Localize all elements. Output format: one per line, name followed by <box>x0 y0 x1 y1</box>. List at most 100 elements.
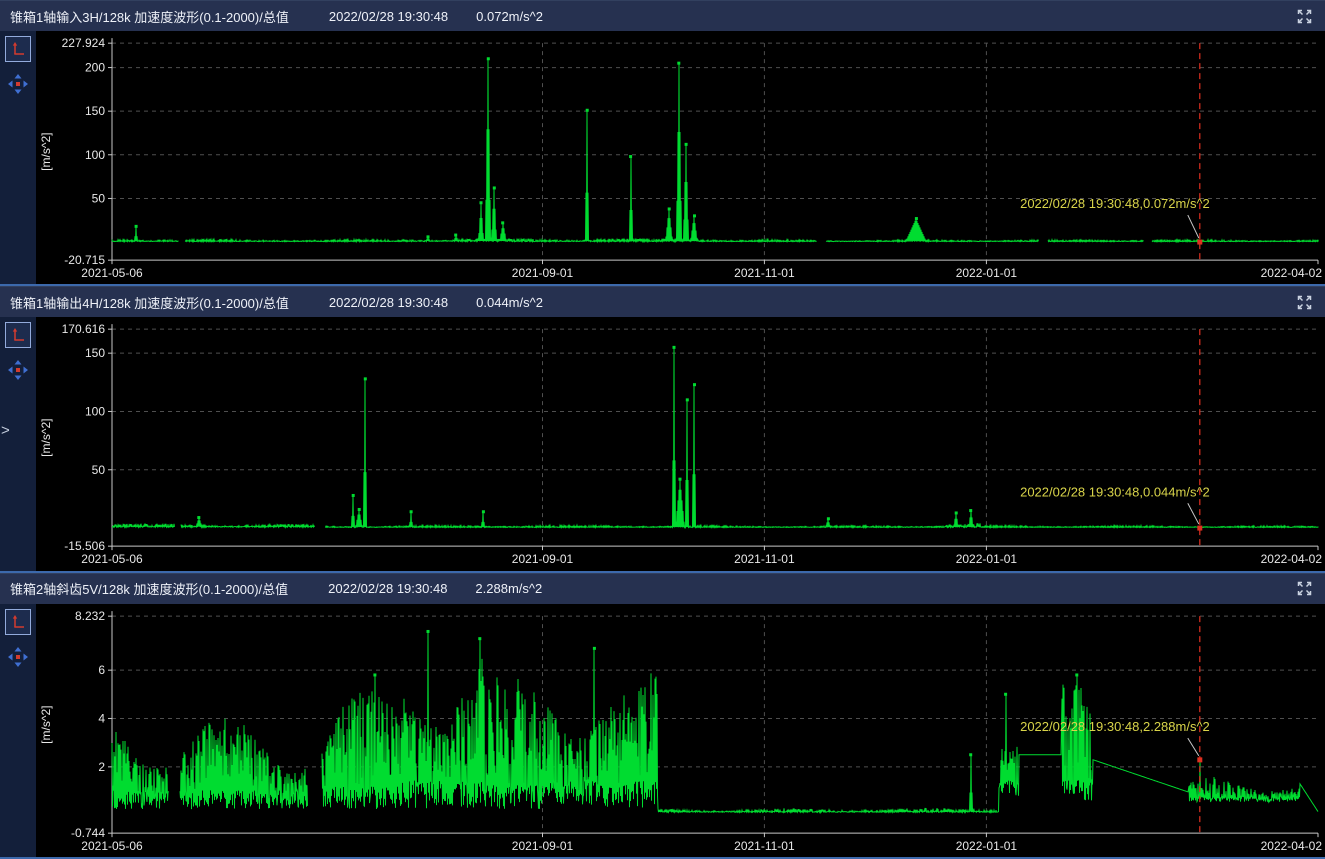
x-tick-label: 2021-11-01 <box>734 839 795 853</box>
panel-title: 锥箱1轴输出4H/128k 加速度波形(0.1-2000)/总值 <box>10 293 289 312</box>
chart-toolbar-rail <box>0 31 36 284</box>
waveform-trace <box>112 732 169 809</box>
waveform-trace <box>1048 240 1144 242</box>
peak-marker <box>593 647 596 650</box>
waveform-trace <box>185 59 817 242</box>
peak-marker <box>1075 673 1078 676</box>
cursor-marker[interactable] <box>1197 757 1202 762</box>
y-tick-label: 8.232 <box>75 609 105 623</box>
annotation-pointer <box>1188 738 1199 756</box>
pan-move-icon <box>7 359 29 381</box>
y-tick-label: 6 <box>98 663 105 677</box>
peak-marker <box>686 399 689 402</box>
panel-body: 227.92450100150200-20.7152021-05-062021-… <box>0 31 1325 286</box>
peak-marker <box>487 57 490 60</box>
y-tick-label: 227.924 <box>62 36 106 50</box>
trend-chart-canvas[interactable]: 8.232246-0.7442021-05-062021-09-012021-1… <box>36 604 1325 857</box>
panel-body: 8.232246-0.7442021-05-062021-09-012021-1… <box>0 604 1325 859</box>
peak-marker <box>427 235 430 238</box>
peak-marker <box>197 516 200 519</box>
chart-area: 8.232246-0.7442021-05-062021-09-012021-1… <box>36 604 1325 857</box>
x-tick-label: 2022-01-01 <box>956 839 1018 853</box>
trend-panel-2: 锥箱1轴输出4H/128k 加速度波形(0.1-2000)/总值 2022/02… <box>0 286 1325 572</box>
y-axis-unit-label: [m/s^2] <box>39 705 53 743</box>
y-tick-label: -0.744 <box>71 826 105 840</box>
expand-panel-chevron[interactable]: > <box>1 423 10 439</box>
pan-move-button[interactable] <box>6 72 30 96</box>
x-tick-label: 2021-09-01 <box>512 266 574 280</box>
panel-timestamp: 2022/02/28 19:30:48 <box>329 295 448 310</box>
chart-toolbar-rail <box>0 604 36 857</box>
pan-move-button[interactable] <box>6 645 30 669</box>
peak-marker <box>358 508 361 511</box>
y-axis-unit-label: [m/s^2] <box>39 133 53 171</box>
peak-marker <box>693 214 696 217</box>
peak-marker <box>677 62 680 65</box>
panel-titlebar: 锥箱2轴斜齿5V/128k 加速度波形(0.1-2000)/总值 2022/02… <box>0 573 1325 604</box>
x-tick-label: 2021-11-01 <box>734 266 795 280</box>
panel-value: 2.288m/s^2 <box>475 581 542 596</box>
x-tick-label: 2021-09-01 <box>512 839 574 853</box>
cursor-marker[interactable] <box>1197 240 1202 245</box>
peak-marker <box>955 512 958 515</box>
waveform-trace <box>826 219 1039 242</box>
waveform-trace <box>325 348 1319 528</box>
peak-marker <box>501 221 504 224</box>
y-tick-label: 150 <box>85 104 105 118</box>
single-axis-icon <box>10 327 26 343</box>
pan-move-button[interactable] <box>6 358 30 382</box>
waveform-trace <box>112 226 179 241</box>
peak-marker <box>969 753 972 756</box>
panel-title: 锥箱2轴斜齿5V/128k 加速度波形(0.1-2000)/总值 <box>10 579 288 598</box>
cursor-marker[interactable] <box>1197 526 1202 531</box>
peak-marker <box>1004 692 1007 695</box>
chart-area: 170.61650100150-15.5062021-05-062021-09-… <box>36 317 1325 570</box>
single-axis-button[interactable] <box>5 609 31 635</box>
pan-move-icon <box>7 646 29 668</box>
expand-icon <box>1296 8 1313 25</box>
waveform-trace <box>181 518 315 528</box>
x-tick-label: 2021-11-01 <box>734 552 795 566</box>
peak-marker <box>454 234 457 237</box>
trend-chart-canvas[interactable]: 227.92450100150200-20.7152021-05-062021-… <box>36 31 1325 284</box>
expand-button[interactable] <box>1293 578 1315 600</box>
expand-button[interactable] <box>1293 5 1315 27</box>
trend-chart-canvas[interactable]: 170.61650100150-15.5062021-05-062021-09-… <box>36 317 1325 570</box>
y-tick-label: -20.715 <box>64 253 105 267</box>
x-tick-label: 2022-04-02 <box>1261 266 1323 280</box>
chart-toolbar-rail <box>0 317 36 570</box>
panel-timestamp: 2022/02/28 19:30:48 <box>329 9 448 24</box>
trend-panel-1: 锥箱1轴输入3H/128k 加速度波形(0.1-2000)/总值 2022/02… <box>0 0 1325 286</box>
waveform-trace <box>1152 240 1319 242</box>
waveform-trace <box>112 524 175 528</box>
expand-button[interactable] <box>1293 291 1315 313</box>
y-tick-label: 200 <box>85 61 105 75</box>
trend-panel-3: 锥箱2轴斜齿5V/128k 加速度波形(0.1-2000)/总值 2022/02… <box>0 573 1325 859</box>
y-tick-label: 170.616 <box>62 322 106 336</box>
single-axis-button[interactable] <box>5 36 31 62</box>
peak-marker <box>373 673 376 676</box>
peak-marker <box>482 511 485 514</box>
x-tick-label: 2022-04-02 <box>1261 839 1323 853</box>
single-axis-icon <box>10 614 26 630</box>
y-tick-label: 150 <box>85 346 105 360</box>
panel-timestamp: 2022/02/28 19:30:48 <box>328 581 447 596</box>
peak-marker <box>693 383 696 386</box>
cursor-annotation: 2022/02/28 19:30:48,0.044m/s^2 <box>1020 485 1210 500</box>
peak-marker <box>135 225 138 228</box>
peak-marker <box>673 346 676 349</box>
panel-titlebar: 锥箱1轴输出4H/128k 加速度波形(0.1-2000)/总值 2022/02… <box>0 286 1325 317</box>
peak-marker <box>478 637 481 640</box>
panel-title: 锥箱1轴输入3H/128k 加速度波形(0.1-2000)/总值 <box>10 7 289 26</box>
peak-marker <box>915 217 918 220</box>
peak-marker <box>410 511 413 514</box>
y-tick-label: -15.506 <box>64 539 105 553</box>
x-tick-label: 2022-01-01 <box>956 552 1018 566</box>
annotation-pointer <box>1188 504 1199 525</box>
panel-titlebar: 锥箱1轴输入3H/128k 加速度波形(0.1-2000)/总值 2022/02… <box>0 0 1325 31</box>
single-axis-button[interactable] <box>5 322 31 348</box>
peak-marker <box>493 186 496 189</box>
panel-body: 170.61650100150-15.5062021-05-062021-09-… <box>0 317 1325 572</box>
y-axis-unit-label: [m/s^2] <box>39 419 53 457</box>
y-tick-label: 50 <box>92 463 106 477</box>
